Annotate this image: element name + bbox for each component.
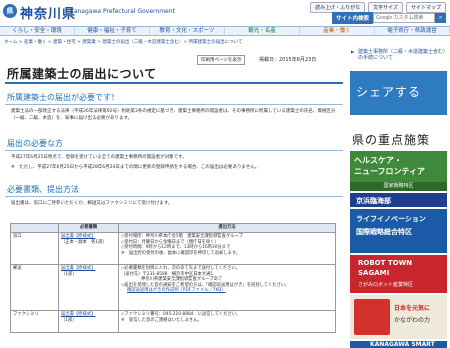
print-button[interactable]: 印刷用ページを表示 [197, 55, 246, 65]
banner-kanagawa-smart[interactable]: KANAGAWA SMART [350, 341, 447, 348]
nav-tourism[interactable]: 観光・名産 [225, 27, 300, 35]
form-copies: （1部） [61, 271, 77, 277]
nav-industry-work[interactable]: 産業・働く [300, 27, 375, 35]
table-cell-method: 郵送 [10, 264, 59, 311]
title-divider [5, 82, 343, 84]
banner-genki-main: 日本を元気に [394, 305, 431, 312]
nav-education-culture[interactable]: 教育・文化・スポーツ [150, 27, 225, 35]
banner-healthcare-sub: ニューフロンティア [354, 167, 426, 176]
table-cell-submit: ◇必要書類を封筒に入れ、次のあて先まで送付してください。 （送付先）〒231-8… [118, 264, 336, 311]
search-icon[interactable]: ⌕ [435, 13, 446, 23]
table-header-row: 必要書類 提出方法 [10, 223, 336, 233]
form-copies: （正本・副本 各1部） [61, 239, 107, 245]
section-body-required: 建築士法の一部改正する法律（平成26年法律第92号）附則第3条の規定に基づき、建… [11, 109, 336, 121]
section-heading-target: 届出の必要な方 [7, 139, 63, 148]
banner-life-innovation-sub: 国際戦略総合特区 [356, 228, 412, 236]
table-row: ファクシミリ 届出書【原様式】 （1部） ◇ファクシミリ番号：045-210-8… [10, 310, 336, 333]
prefecture-logo-icon[interactable]: 県 [3, 4, 17, 18]
banner-healthcare-tag: 国家戦略特区 [350, 182, 447, 191]
banner-robot-town[interactable]: ROBOT TOWN SAGAMI さがみロボット産業特区 [350, 255, 447, 293]
banner-robot-sub: SAGAMI [358, 269, 390, 277]
nav-e-government[interactable]: 電子県庁・県政運営 [375, 27, 450, 35]
banner-robot-tag: さがみロボット産業特区 [358, 282, 414, 288]
site-logo-english[interactable]: Kanagawa Prefectural Government [70, 8, 175, 15]
section-heading-required: 所属建築士の届出が必要です！ [7, 93, 119, 102]
published-date: 掲載日：2015年6月23日 [259, 57, 317, 63]
banner-genki-sub: かながわの力 [394, 317, 431, 324]
share-title: シェアする [356, 85, 422, 99]
banner-life-innovation[interactable]: ライフイノベーション 国際戦略総合特区 [350, 209, 447, 253]
submit-line: ※ 受信した旨のご連絡はいたしません。 [121, 317, 202, 323]
section-note-target: ※ ただし、平成27年6月25日から平成28年6月24日までの間に更新の登録申請… [11, 165, 260, 170]
table-header-submit: 提出方法 [118, 223, 336, 233]
priority-policies-title: 県の重点施策 [352, 133, 431, 147]
sidebar-link-procedures[interactable]: 建築士事務所（二級・木造建築士含む）の手続について [350, 47, 447, 61]
share-box[interactable]: シェアする [350, 71, 447, 115]
search-input[interactable] [373, 13, 435, 23]
section-divider [5, 150, 343, 151]
banner-healthcare-main: ヘルスケア・ [354, 156, 402, 165]
breadcrumb[interactable]: ホーム > 産業・働く > 建築・住宅 > 建築業 > 建築士の届出（二級・木造… [4, 39, 242, 45]
banner-smart-main: KANAGAWA SMART [370, 341, 435, 348]
search-label: サイト内検索 [331, 12, 373, 24]
section-heading-documents: 必要書類、提出方法 [7, 185, 79, 194]
site-logo-text[interactable]: 神奈川県 [20, 3, 76, 22]
section-body-target: 平成27年6月25日時点で、登録を受けている全ての建築士事務所の開設者が対象です… [11, 155, 187, 160]
banner-life-innovation-main: ライフイノベーション [356, 215, 426, 223]
table-cell-method: 窓口 [10, 232, 59, 265]
table-cell-submit: ◇受付場所：神奈川県本庁舎5階 建築安全課指導監査グループ ◇受付日：月曜日から… [118, 232, 336, 265]
sidebar: 建築士事務所（二級・木造建築士含む）の手続について シェアする 県の重点施策 ヘ… [350, 47, 447, 348]
banner-robot-main: ROBOT TOWN [358, 259, 413, 267]
submission-table: 必要書類 提出方法 窓口 届出書【原様式】 （正本・副本 各1部） ◇受付場所：… [10, 223, 336, 333]
table-header-method [10, 223, 59, 233]
form-copies: （1部） [61, 317, 77, 323]
banner-keihin-main: 京浜臨海部 [356, 197, 391, 205]
section-divider [5, 104, 343, 105]
banner-keihin[interactable]: 京浜臨海部 [350, 193, 447, 207]
banner-genki[interactable]: 日本を元気に かながわの力 [350, 295, 447, 339]
site-header: 県 神奈川県 Kanagawa Prefectural Government 読… [0, 0, 450, 26]
table-cell-method: ファクシミリ [10, 310, 59, 333]
table-row: 窓口 届出書【原様式】 （正本・副本 各1部） ◇受付場所：神奈川県本庁舎5階 … [10, 232, 336, 265]
table-row: 郵送 届出書【原様式】 （1部） ◇必要書類を封筒に入れ、次のあて先まで送付して… [10, 264, 336, 311]
table-cell-docs: 届出書【原様式】 （正本・副本 各1部） [58, 232, 119, 265]
table-cell-submit: ◇ファクシミリ番号：045-210-8884 に送信してください。 ※ 受信した… [118, 310, 336, 333]
table-cell-docs: 届出書【原様式】 （1部） [58, 310, 119, 333]
table-cell-docs: 届出書【原様式】 （1部） [58, 264, 119, 311]
nav-health-welfare[interactable]: 健康・福祉・子育て [75, 27, 150, 35]
banner-genki-mark-icon [354, 299, 390, 335]
section-body-documents: 届出書は、窓口にご持参いただくか、郵送又はファクシミリにて受け付けます。 [11, 201, 173, 206]
global-nav: くらし・安全・環境 健康・福祉・子育て 教育・文化・スポーツ 観光・名産 産業・… [0, 26, 450, 36]
postcard-example-link[interactable]: 確認返送用はがきの作成例［PDFファイル／7KB］ [121, 288, 333, 294]
nav-life-safety[interactable]: くらし・安全・環境 [0, 27, 75, 35]
submit-line: ※ 届出控の受付の後、副本に確認印を押印して返却します。 [121, 250, 241, 256]
page-title: 所属建築士の届出について [7, 67, 157, 81]
banner-healthcare[interactable]: ヘルスケア・ ニューフロンティア 国家戦略特区 [350, 151, 447, 191]
table-header-docs: 必要書類 [58, 223, 119, 233]
section-divider [5, 196, 343, 197]
site-search: サイト内検索 ⌕ [331, 12, 446, 24]
